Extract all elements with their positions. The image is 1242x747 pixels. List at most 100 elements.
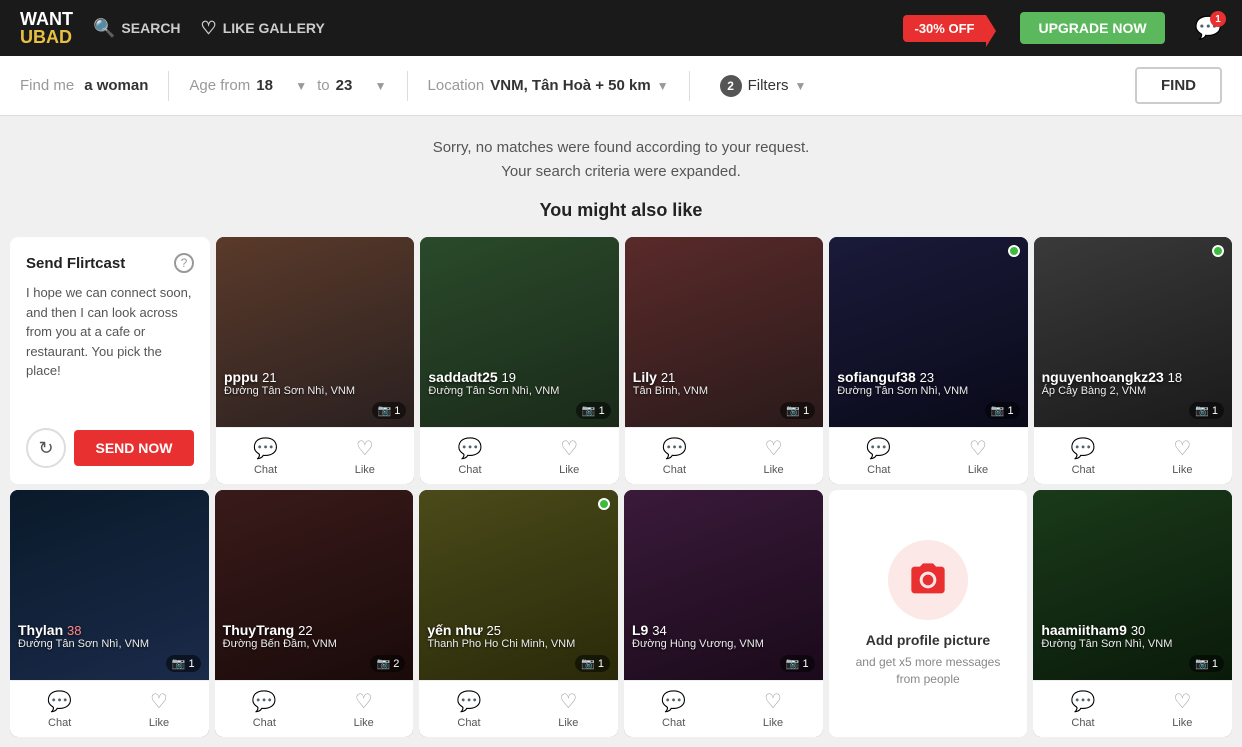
profile-name-2: Lily 21 [633, 369, 815, 385]
search-bar: Find me a woman Age from 18 ▼ to 23 ▼ Lo… [0, 56, 1242, 116]
profile-image-container-4: nguyenhoangkz23 18 Áp Cây Bàng 2, VNM 📷 … [1034, 237, 1232, 427]
chat-button-3[interactable]: 💬 Chat [829, 428, 928, 484]
photo-count-0: 📷 1 [372, 402, 407, 419]
photo-count-8: 📷 1 [780, 655, 815, 672]
profiles-grid-row1: Send Flirtcast ? I hope we can connect s… [10, 237, 1232, 484]
chat-button-7[interactable]: 💬 Chat [419, 681, 518, 737]
profile-location-8: Đường Hùng Vương, VNM [632, 638, 815, 650]
profile-image-8 [624, 490, 823, 680]
photo-count-3: 📷 1 [985, 402, 1020, 419]
profile-actions-4: 💬 Chat ♡ Like [1034, 427, 1232, 484]
header: WANT UBAD 🔍 SEARCH ♡ LIKE GALLERY -30% O… [0, 0, 1242, 56]
like-label-0: Like [355, 464, 375, 476]
add-photo-card[interactable]: Add profile picture and get x5 more mess… [829, 490, 1028, 737]
profile-info-0: pppu 21 Đường Tân Sơn Nhì, VNM [216, 369, 414, 397]
search-label: SEARCH [121, 20, 180, 36]
profile-info-3: sofianguf38 23 Đường Tân Sơn Nhì, VNM [829, 369, 1027, 397]
like-label-6: Like [354, 717, 374, 729]
chat-label-7: Chat [457, 717, 480, 729]
profile-image-7 [419, 490, 618, 680]
photo-count-5: 📷 1 [166, 655, 201, 672]
profile-info-9: haamiitham9 30 Đường Tân Sơn Nhì, VNM [1033, 622, 1232, 650]
age-from-select[interactable]: 18 [256, 77, 289, 94]
heart-icon-0: ♡ [356, 436, 374, 461]
heart-icon-6: ♡ [355, 689, 373, 714]
like-button-0[interactable]: ♡ Like [315, 428, 414, 484]
profile-actions-2: 💬 Chat ♡ Like [625, 427, 823, 484]
profile-actions-5: 💬 Chat ♡ Like [10, 680, 209, 737]
profile-name-4: nguyenhoangkz23 18 [1042, 369, 1224, 385]
chat-label-1: Chat [458, 464, 481, 476]
location-value[interactable]: VNM, Tân Hoà + 50 km [490, 77, 650, 94]
profile-location-6: Đường Bến Đầm, VNM [223, 638, 406, 650]
help-icon[interactable]: ? [174, 253, 194, 273]
profile-image-container-2: Lily 21 Tân Bình, VNM 📷 1 [625, 237, 823, 427]
like-button-9[interactable]: ♡ Like [1133, 681, 1232, 737]
like-button-1[interactable]: ♡ Like [520, 428, 619, 484]
like-button-4[interactable]: ♡ Like [1133, 428, 1232, 484]
chat-button-5[interactable]: 💬 Chat [10, 681, 109, 737]
chat-icon-0: 💬 [253, 436, 278, 461]
age-to-group: to 23 ▼ [317, 77, 386, 94]
profile-image-container-3: sofianguf38 23 Đường Tân Sơn Nhì, VNM 📷 … [829, 237, 1027, 427]
flirtcast-card: Send Flirtcast ? I hope we can connect s… [10, 237, 210, 484]
chat-label-4: Chat [1072, 464, 1095, 476]
profile-name-8: L9 34 [632, 622, 815, 638]
camera-svg [908, 560, 948, 600]
chat-label-5: Chat [48, 717, 71, 729]
upgrade-button[interactable]: UPGRADE NOW [1020, 12, 1164, 44]
send-now-button[interactable]: SEND NOW [74, 430, 194, 466]
online-indicator-3 [1008, 245, 1020, 257]
chat-icon-7: 💬 [457, 689, 482, 714]
like-button-6[interactable]: ♡ Like [314, 681, 413, 737]
profile-image-1 [420, 237, 618, 427]
like-button-7[interactable]: ♡ Like [519, 681, 618, 737]
like-label-8: Like [763, 717, 783, 729]
profile-image-6 [215, 490, 414, 680]
profile-card-6: ThuyTrang 22 Đường Bến Đầm, VNM 📷 2 💬 Ch… [215, 490, 414, 737]
search-button[interactable]: 🔍 SEARCH [93, 18, 181, 39]
chat-button-1[interactable]: 💬 Chat [420, 428, 519, 484]
profile-location-1: Đường Tân Sơn Nhì, VNM [428, 385, 610, 397]
like-button-5[interactable]: ♡ Like [109, 681, 208, 737]
like-gallery-button[interactable]: ♡ LIKE GALLERY [201, 18, 325, 39]
photo-count-7: 📷 1 [575, 655, 610, 672]
profile-age-0: 21 [262, 370, 276, 385]
heart-icon-1: ♡ [560, 436, 578, 461]
profile-name-7: yến như 25 [427, 622, 610, 638]
chat-button-2[interactable]: 💬 Chat [625, 428, 724, 484]
logo: WANT UBAD [20, 10, 73, 46]
like-button-8[interactable]: ♡ Like [723, 681, 822, 737]
profile-card-4: nguyenhoangkz23 18 Áp Cây Bàng 2, VNM 📷 … [1034, 237, 1232, 484]
notifications-button[interactable]: 💬 1 [1195, 15, 1222, 41]
find-me-label: Find me [20, 77, 74, 94]
flirtcast-header: Send Flirtcast ? [26, 253, 194, 273]
profile-location-2: Tân Bình, VNM [633, 385, 815, 397]
heart-icon-4: ♡ [1173, 436, 1191, 461]
chat-button-0[interactable]: 💬 Chat [216, 428, 315, 484]
chat-button-8[interactable]: 💬 Chat [624, 681, 723, 737]
filters-label: Filters [748, 77, 789, 94]
chat-button-9[interactable]: 💬 Chat [1033, 681, 1132, 737]
filters-button[interactable]: 2 Filters ▼ [720, 75, 807, 97]
chat-icon-9: 💬 [1071, 689, 1096, 714]
like-button-2[interactable]: ♡ Like [724, 428, 823, 484]
no-matches-line2: Your search criteria were expanded. [10, 160, 1232, 184]
chat-button-4[interactable]: 💬 Chat [1034, 428, 1133, 484]
chat-icon-4: 💬 [1071, 436, 1096, 461]
chat-button-6[interactable]: 💬 Chat [215, 681, 314, 737]
refresh-button[interactable]: ↻ [26, 428, 66, 468]
discount-badge: -30% OFF [903, 15, 987, 42]
find-me-value[interactable]: a woman [84, 77, 148, 94]
profile-card-0: pppu 21 Đường Tân Sơn Nhì, VNM 📷 1 💬 Cha… [216, 237, 414, 484]
chat-icon-3: 💬 [866, 436, 891, 461]
photo-count-6: 📷 2 [370, 655, 405, 672]
online-indicator-7 [598, 498, 610, 510]
chat-icon-8: 💬 [661, 689, 686, 714]
heart-icon-2: ♡ [765, 436, 783, 461]
profile-image-3 [829, 237, 1027, 427]
like-button-3[interactable]: ♡ Like [928, 428, 1027, 484]
find-button[interactable]: FIND [1135, 67, 1222, 104]
age-to-select[interactable]: 23 [336, 77, 369, 94]
heart-icon-3: ♡ [969, 436, 987, 461]
